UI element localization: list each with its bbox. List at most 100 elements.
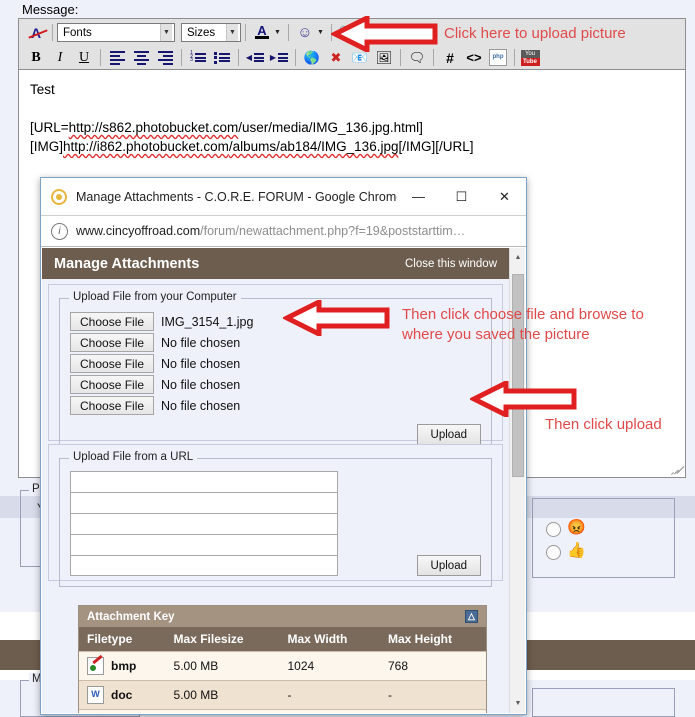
annotation-choose-file-line2: where you saved the picture — [402, 326, 590, 343]
choose-file-button-3[interactable]: Choose File — [70, 354, 155, 373]
img-tag-open: [IMG] — [30, 139, 63, 154]
upload-url-panel: Upload File from a URL Upload — [48, 444, 503, 587]
font-family-value: Fonts — [63, 26, 92, 39]
attachment-key-header: Attachment Key △ — [79, 606, 486, 627]
annotation-upload-picture: Click here to upload picture — [444, 25, 626, 42]
remove-format-icon[interactable]: A — [25, 22, 47, 43]
toolbar-divider — [52, 24, 53, 41]
page-header: Manage Attachments Close this window — [42, 248, 509, 279]
font-family-select[interactable]: Fonts ▼ — [57, 23, 175, 42]
outdent-icon[interactable]: ◀ — [244, 47, 266, 68]
url-input-2[interactable] — [70, 492, 338, 513]
annotation-arrow-upload — [470, 381, 577, 417]
thumbs-up-icon: 👍 — [567, 542, 586, 559]
font-color-dropdown-icon[interactable]: ▼ — [274, 29, 281, 36]
upload-url-button[interactable]: Upload — [416, 555, 481, 576]
address-bar[interactable]: i www.cincyoffroad.com/forum/newattachme… — [41, 216, 526, 247]
align-center-icon[interactable] — [130, 47, 152, 68]
maximize-button[interactable]: ☐ — [440, 178, 483, 215]
url-input-group — [70, 471, 338, 576]
url-path: /forum/newattachment.php?f=19&poststartt… — [200, 224, 466, 238]
php-icon[interactable]: php — [487, 47, 509, 68]
toolbar-divider — [287, 24, 289, 41]
scroll-up-icon[interactable]: ▲ — [510, 249, 525, 266]
attachment-key-box: Attachment Key △ Filetype Max Filesize M… — [78, 605, 487, 713]
chrome-logo-icon — [51, 188, 67, 205]
collapse-icon[interactable]: △ — [465, 610, 478, 623]
insert-link-icon[interactable]: 🌎 — [301, 47, 323, 68]
file-row: Choose File No file chosen — [70, 353, 481, 374]
annotation-choose-file-line1: Then click choose file and browse to — [402, 306, 644, 323]
scroll-down-icon[interactable]: ▼ — [510, 695, 525, 712]
underline-button[interactable]: U — [73, 47, 95, 68]
upload-computer-button[interactable]: Upload — [416, 424, 481, 445]
toolbar-divider — [100, 49, 101, 66]
close-button[interactable]: ✕ — [483, 178, 526, 215]
url-host: www.cincyoffroad.com — [76, 224, 201, 238]
rating-radio-1[interactable] — [546, 522, 561, 537]
column-max-height: Max Height — [380, 627, 486, 652]
upload-url-fieldset: Upload File from a URL Upload — [59, 451, 492, 587]
italic-button[interactable]: I — [49, 47, 71, 68]
table-row: Wdoc 5.00 MB - - — [79, 680, 486, 710]
toolbar-row-2: B I U 123 ◀ ▶ 🌎 ✖ 📧 🖼 🗨 # <> php You Tub… — [19, 45, 541, 70]
table-row: gif 5.00 MB 1024 768 — [79, 709, 486, 713]
rating-radio-2[interactable] — [546, 545, 561, 560]
url-link-path: /user/media/IMG_136.jpg.html] — [238, 120, 423, 135]
youtube-icon[interactable]: You Tube — [520, 47, 540, 68]
site-info-icon[interactable]: i — [51, 222, 68, 240]
column-filetype: Filetype — [79, 627, 166, 652]
cell-width: 1024 — [279, 651, 380, 681]
minimize-button[interactable]: — — [397, 178, 440, 215]
url-input-5[interactable] — [70, 555, 338, 576]
url-input-1[interactable] — [70, 471, 338, 492]
choose-file-button-1[interactable]: Choose File — [70, 312, 155, 331]
address-bar-url: www.cincyoffroad.com/forum/newattachment… — [76, 224, 465, 238]
indent-icon[interactable]: ▶ — [268, 47, 290, 68]
window-titlebar: Manage Attachments - C.O.R.E. FORUM - Go… — [41, 178, 526, 216]
font-color-icon[interactable]: A — [251, 22, 273, 43]
url-tag-open: [URL= — [30, 120, 69, 135]
smilie-icon[interactable]: ☺ — [294, 22, 316, 43]
message-line-2: [URL=http://s862.photobucket.com/user/me… — [30, 118, 674, 137]
textarea-resize-grip[interactable] — [669, 462, 685, 475]
cell-filetype: bmp — [79, 651, 166, 681]
file-name-4: No file chosen — [161, 377, 241, 392]
url-input-3[interactable] — [70, 513, 338, 534]
file-name-2: No file chosen — [161, 335, 241, 350]
choose-file-button-2[interactable]: Choose File — [70, 333, 155, 352]
bold-button[interactable]: B — [25, 47, 47, 68]
close-this-window-link[interactable]: Close this window — [405, 258, 497, 270]
align-right-icon[interactable] — [154, 47, 176, 68]
hash-icon[interactable]: # — [439, 47, 461, 68]
align-left-icon[interactable] — [106, 47, 128, 68]
choose-file-button-5[interactable]: Choose File — [70, 396, 155, 415]
message-line-3: [IMG]http://i862.photobucket.com/albums/… — [30, 137, 674, 156]
message-line-1: Test — [30, 82, 55, 97]
filetype-label: doc — [111, 688, 133, 702]
cell-filesize: 5.00 MB — [165, 651, 280, 681]
cell-filetype: gif — [79, 709, 166, 713]
toolbar-divider — [245, 24, 246, 41]
file-name-5: No file chosen — [161, 398, 241, 413]
cell-filesize: 5.00 MB — [165, 680, 280, 710]
smilie-dropdown-icon[interactable]: ▼ — [317, 29, 324, 36]
attachment-key-table: Filetype Max Filesize Max Width Max Heig… — [79, 627, 486, 713]
unordered-list-icon[interactable] — [211, 47, 233, 68]
font-size-select[interactable]: Sizes ▼ — [181, 23, 241, 42]
rating-fieldset: 😡 👍 — [532, 498, 675, 578]
choose-file-button-4[interactable]: Choose File — [70, 375, 155, 394]
url-input-4[interactable] — [70, 534, 338, 555]
angry-face-icon: 😡 — [567, 519, 586, 536]
toolbar-divider — [181, 49, 182, 66]
toolbar-divider — [295, 49, 296, 66]
toolbar-row-1: A Fonts ▼ Sizes ▼ A ▼ ☺ ▼ — [19, 20, 370, 45]
annotation-arrow-toolbar — [331, 16, 438, 52]
toolbar-divider — [238, 49, 239, 66]
ordered-list-icon[interactable]: 123 — [187, 47, 209, 68]
code-icon[interactable]: <> — [463, 47, 485, 68]
file-row: Choose File No file chosen — [70, 395, 481, 416]
attachment-key-title: Attachment Key — [87, 610, 175, 623]
window-title: Manage Attachments - C.O.R.E. FORUM - Go… — [76, 189, 397, 204]
chevron-down-icon: ▼ — [226, 24, 238, 41]
